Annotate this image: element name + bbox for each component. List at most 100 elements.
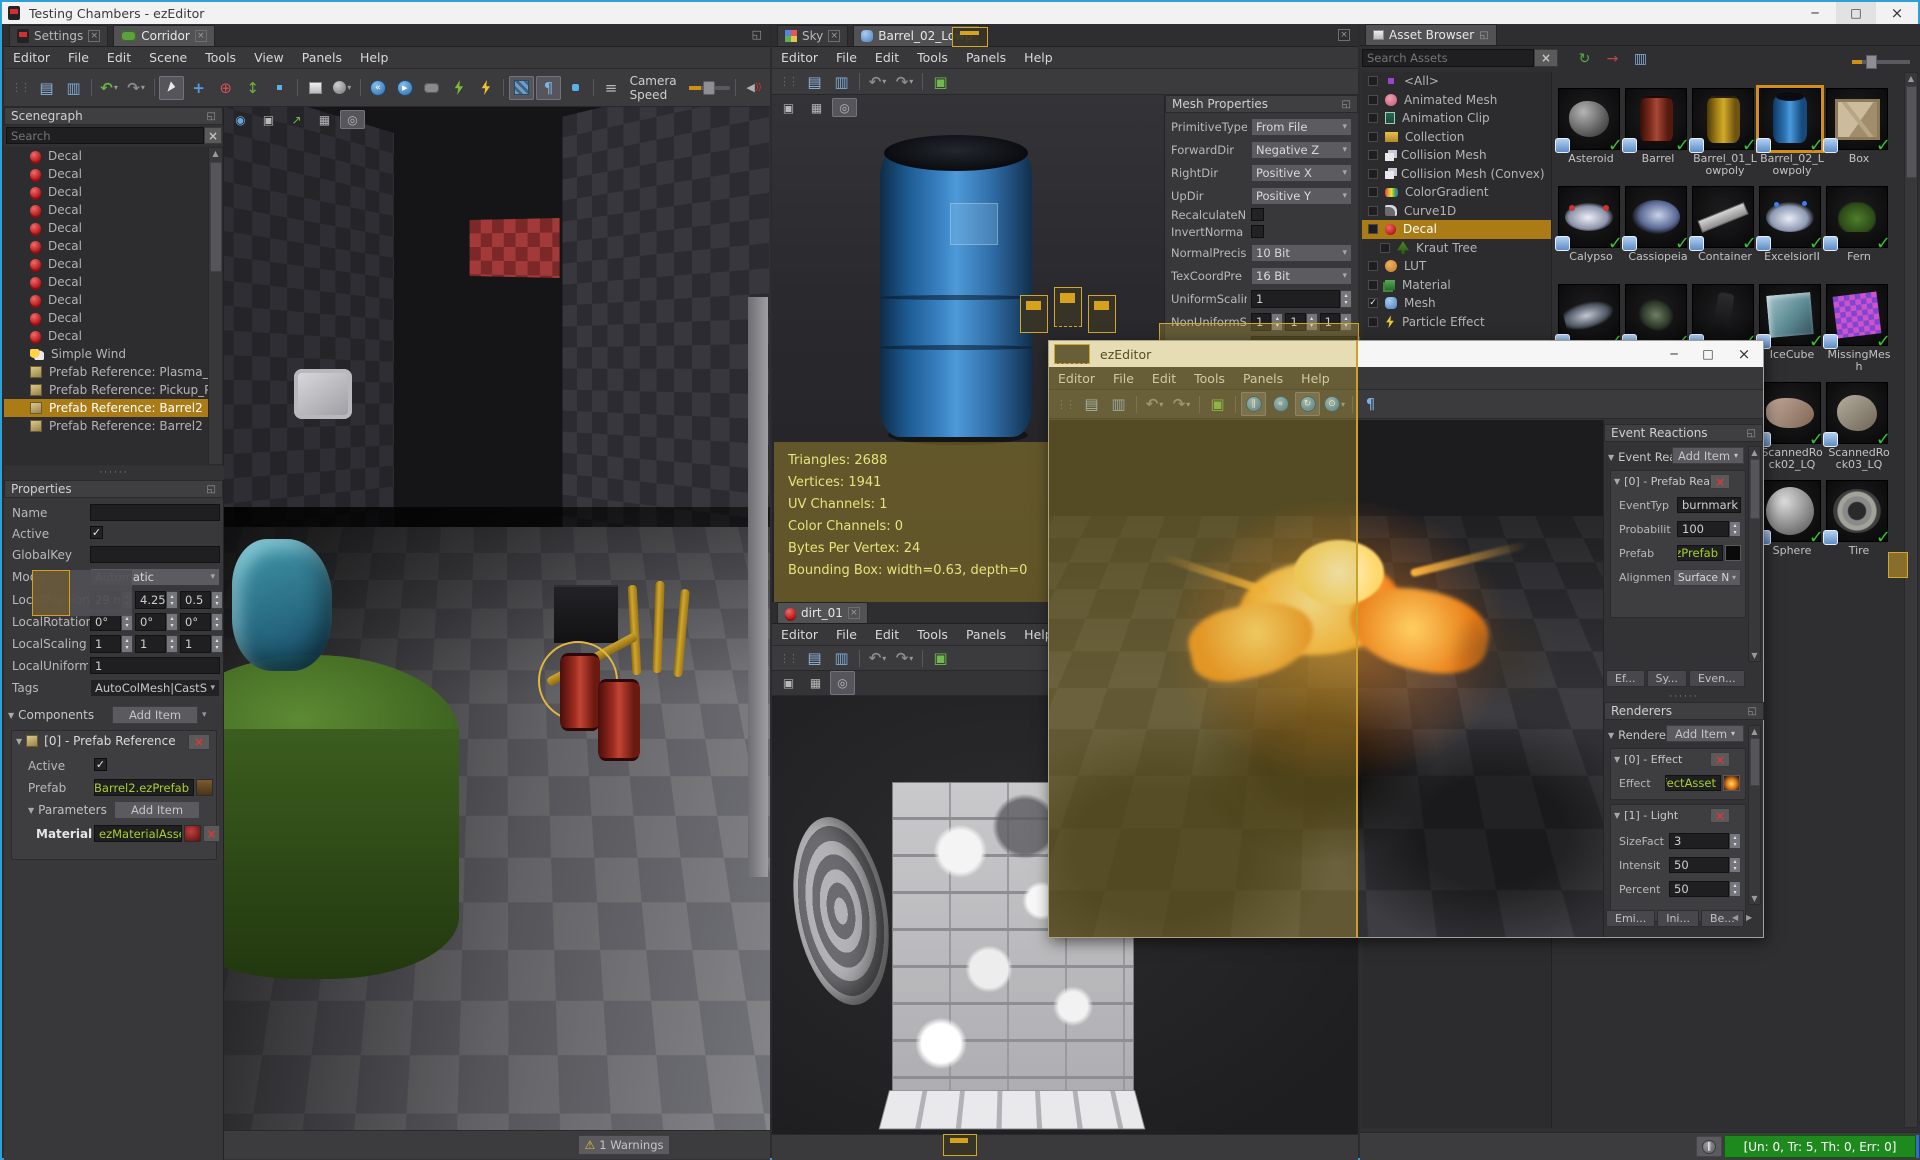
localuniform-field[interactable]: 1	[90, 657, 220, 674]
menu-file[interactable]: File	[827, 624, 866, 645]
close-button[interactable]: ×	[1725, 341, 1763, 367]
dropdown[interactable]: 16 Bit ▾	[1251, 267, 1352, 285]
tab-close-icon[interactable]: ×	[88, 30, 101, 42]
asset-missingmesh[interactable]: ✓ MissingMesh	[1823, 284, 1892, 373]
asset-container[interactable]: ✓ Container	[1689, 186, 1758, 263]
float-panel-icon[interactable]: ◱	[1748, 706, 1757, 717]
asset-type-collection[interactable]: Collection	[1362, 128, 1551, 147]
asset-barrel[interactable]: ✓ Barrel	[1622, 88, 1691, 165]
checkbox[interactable]	[1251, 225, 1264, 238]
redo-button[interactable]: ↷ ▾	[892, 70, 917, 94]
save-all-button[interactable]: ▥	[829, 70, 854, 94]
prefab-asset-field[interactable]: rk.ezPrefab	[1677, 545, 1723, 561]
mute-sound-button[interactable]: ◀))	[741, 76, 766, 100]
stepper-arrows[interactable]: ▴▾	[1340, 290, 1352, 308]
search-clear-icon[interactable]: ×	[1534, 49, 1558, 67]
localrotation-stepper[interactable]: 0° ▴ ▾	[180, 613, 222, 631]
asset-tire[interactable]: ✓ Tire	[1823, 480, 1892, 557]
localscaling-stepper[interactable]: 1 ▴ ▾	[180, 635, 222, 653]
undo-button[interactable]: ↶ ▾	[865, 70, 890, 94]
screenshot-icon[interactable]: ▦	[804, 98, 829, 117]
delete-reaction-button[interactable]: ×	[1710, 474, 1731, 489]
asset-search-input[interactable]	[1362, 49, 1534, 67]
render-mode-button[interactable]	[508, 75, 534, 100]
menu-tools[interactable]: Tools	[908, 47, 957, 68]
play-scene-button[interactable]: «	[365, 76, 390, 100]
scenegraph-search-input[interactable]	[6, 127, 204, 144]
asset-scannedrock02_lq[interactable]: ✓ ScannedRock02_LQ	[1756, 382, 1825, 471]
float-panel-icon[interactable]: ◱	[207, 111, 216, 122]
prefab-browse-button[interactable]	[196, 779, 213, 796]
tab-0[interactable]: Ef...	[1606, 670, 1645, 687]
chevron-down-icon[interactable]: ▾	[202, 710, 207, 720]
type-checkbox[interactable]	[1368, 316, 1378, 327]
save-all-button[interactable]: ▥	[61, 76, 86, 100]
delete-renderer-button[interactable]: ×	[1710, 808, 1731, 823]
asset-calypso[interactable]: ✓ Calypso	[1555, 186, 1624, 263]
dropdown[interactable]: Negative Z ▾	[1251, 141, 1352, 159]
asset-type--all-[interactable]: <All>	[1362, 72, 1551, 91]
camera-icon[interactable]: ◎	[340, 110, 365, 129]
type-checkbox[interactable]	[1368, 224, 1378, 235]
asset-type-collision-mesh-convex-[interactable]: Collision Mesh (Convex)	[1362, 165, 1551, 184]
menu-help[interactable]: Help	[1015, 47, 1062, 68]
alignment-dropdown[interactable]: Surface Nor▾	[1673, 569, 1741, 586]
add-parameter-button[interactable]: Add Item	[114, 801, 200, 819]
tab-2[interactable]: Even...	[1688, 670, 1745, 687]
asset-scannedrock03_lq[interactable]: ✓ ScannedRock03_LQ	[1823, 382, 1892, 471]
rotate-tool-button[interactable]: ⊕	[213, 76, 238, 100]
save-button[interactable]: ▤	[802, 646, 827, 670]
scenegraph-item[interactable]: Prefab Reference: Plasma_S	[4, 363, 208, 381]
tab-close-icon[interactable]: ×	[847, 607, 860, 619]
minimize-button[interactable]: ─	[1794, 2, 1836, 24]
red-barrel-2[interactable]	[598, 679, 640, 761]
maximize-button[interactable]: □	[1691, 341, 1725, 367]
menu-panels[interactable]: Panels	[957, 47, 1015, 68]
menu-panels[interactable]: Panels	[293, 47, 351, 68]
scenegraph-item[interactable]: Prefab Reference: Barrel2	[4, 417, 208, 435]
menu-file[interactable]: File	[827, 47, 866, 68]
snap-toggle-button[interactable]	[267, 76, 292, 100]
prefab-thumbnail-button[interactable]	[1725, 545, 1741, 561]
type-checkbox[interactable]	[1368, 131, 1378, 142]
close-button[interactable]: ×	[1876, 2, 1918, 24]
scenegraph-item[interactable]: Decal	[4, 273, 208, 291]
localscaling-stepper[interactable]: 1 ▴ ▾	[90, 635, 133, 653]
float-panel-icon[interactable]: ◱	[1342, 99, 1351, 110]
menu-file[interactable]: File	[59, 47, 98, 68]
asset-type-lut[interactable]: LUT	[1362, 257, 1551, 276]
toolbar-grip[interactable]: ⋮⋮	[11, 81, 31, 94]
localposition-stepper[interactable]: 4.25 ▴ ▾	[135, 591, 178, 609]
asset-thumbnail[interactable]: ✓	[1823, 382, 1891, 450]
type-checkbox[interactable]	[1368, 94, 1378, 105]
menu-panels[interactable]: Panels	[957, 624, 1015, 645]
delete-material-button[interactable]: ×	[203, 825, 220, 842]
scenegraph-item[interactable]: Prefab Reference: Pickup_P	[4, 381, 208, 399]
asset-thumbnail[interactable]: ✓	[1689, 186, 1757, 254]
asset-thumbnail[interactable]: ✓	[1555, 284, 1623, 352]
asset-thumbnail[interactable]: ✓	[1756, 85, 1824, 156]
active-checkbox[interactable]: ✓	[90, 526, 103, 539]
localrotation-stepper[interactable]: 0° ▴ ▾	[135, 613, 178, 631]
asset-thumbnail[interactable]: ✓	[1756, 284, 1824, 352]
asset-thumbnail[interactable]: ✓	[1689, 88, 1757, 156]
stepper-arrows[interactable]: ▴▾	[166, 591, 178, 609]
asset-type-colorgradient[interactable]: ColorGradient	[1362, 183, 1551, 202]
scenegraph-item[interactable]: Simple Wind	[4, 345, 208, 363]
menu-help[interactable]: Help	[351, 47, 398, 68]
collapse-caret-icon[interactable]: ▼	[1614, 477, 1620, 486]
menu-editor[interactable]: Editor	[4, 47, 59, 68]
event-panel-scrollbar[interactable]: ▲ ▼	[1748, 446, 1761, 662]
dropdown[interactable]: From File ▾	[1251, 118, 1352, 136]
grid-toggle-button[interactable]	[563, 76, 588, 100]
asset-thumbnail[interactable]: ✓	[1555, 88, 1623, 156]
asset-thumbnail[interactable]: ✓	[1756, 382, 1824, 450]
screenshot-icon[interactable]: ▦	[803, 671, 828, 695]
scenegraph-item[interactable]: Decal	[4, 291, 208, 309]
tab-scroll-right-icon[interactable]: ▶	[1746, 912, 1752, 923]
menu-view[interactable]: View	[245, 47, 293, 68]
asset-type-curve1d[interactable]: Curve1D	[1362, 202, 1551, 221]
toolbar-grip[interactable]: ⋮⋮	[779, 652, 799, 665]
asset-grid-scrollbar[interactable]: ▲	[1904, 72, 1918, 1128]
asset-type-kraut-tree[interactable]: Kraut Tree	[1362, 239, 1551, 258]
